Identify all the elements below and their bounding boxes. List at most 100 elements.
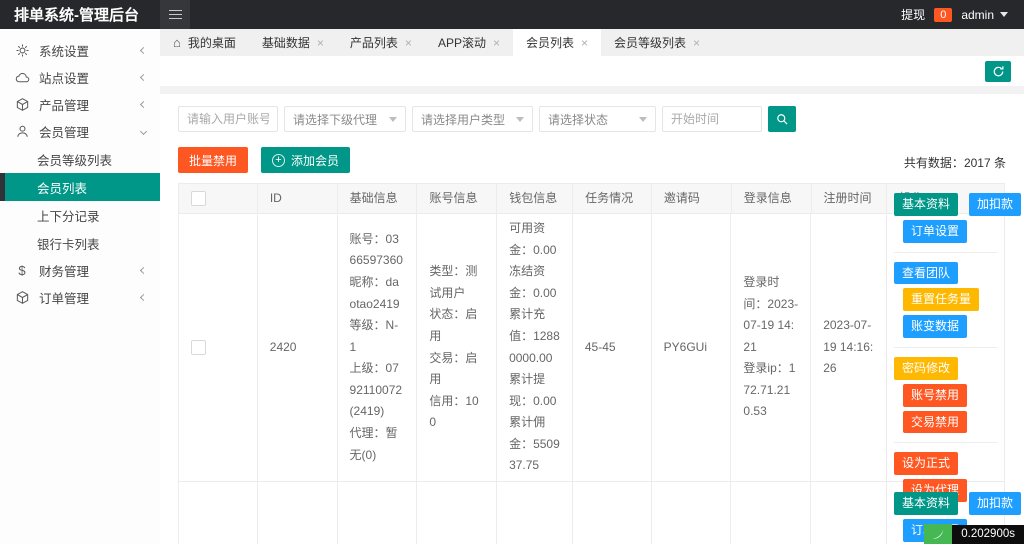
disable-account-button[interactable]: 账号禁用 [902,383,967,407]
tab-member-list[interactable]: 会员列表 × [512,29,601,56]
main-area: ⌂ 我的桌面 基础数据 × 产品列表 × APP滚动 × 会员列表 × 会员等级… [160,29,1024,544]
debug-footer: 0.202900s [924,524,1024,544]
withdraw-link[interactable]: 提现 [901,6,925,23]
cell-id: 2420 [258,214,338,481]
add-deduct-button[interactable]: 加扣款 [969,193,1022,216]
close-icon[interactable]: × [581,36,588,50]
tab-label: 会员等级列表 [614,36,687,50]
sidebar-item-label: 产品管理 [39,99,90,113]
cloud-icon [14,70,30,86]
sidebar: 系统设置 站点设置 产品管理 会员管理 会员等级列表 会员列表 上下分记录 银行… [0,29,160,544]
search-button[interactable] [768,106,796,132]
divider [893,251,997,253]
status-select[interactable]: 请选择状态 [539,106,656,132]
set-official-button[interactable]: 设为正式 [893,452,958,476]
user-type-select[interactable]: 请选择用户类型 [412,106,533,132]
close-icon[interactable]: × [317,36,324,50]
admin-app: 排单系统-管理后台 提现 0 admin 系统设置 站点设置 产品管理 会员管理… [0,0,1024,544]
divider [893,442,997,444]
account-search-input[interactable] [178,106,278,132]
sidebar-subitem-label: 银行卡列表 [37,237,100,252]
thinkphp-icon[interactable] [924,524,953,544]
tab-label: 会员列表 [525,36,574,50]
cell-login-info [731,482,812,544]
disable-trade-button[interactable]: 交易禁用 [902,410,967,434]
cell-id [258,482,338,544]
cell-wallet-info: 可用资金：10 [497,482,573,544]
cell-invite-code [652,482,732,544]
basic-profile-button[interactable]: 基本资料 [893,193,958,216]
chevron-left-icon [139,266,148,275]
tab-member-level-list[interactable]: 会员等级列表 × [601,29,713,56]
close-icon[interactable]: × [493,36,500,50]
cell-task-status [573,482,652,544]
column-header-wallet-info: 钱包信息 [497,184,574,213]
select-all-checkbox[interactable] [191,191,206,206]
divider [893,347,997,348]
search-icon [776,113,787,124]
sidebar-item-label: 站点设置 [39,72,90,86]
menu-icon [168,9,182,12]
start-time-input[interactable] [662,106,762,132]
close-icon[interactable]: × [405,36,412,50]
chevron-left-icon [139,100,148,109]
balance-change-button[interactable]: 账变数据 [902,315,967,338]
close-icon[interactable]: × [693,36,700,50]
sidebar-subitem-label: 上下分记录 [37,209,100,224]
sidebar-item-member-level-list[interactable]: 会员等级列表 [0,145,160,173]
chevron-down-icon [516,116,524,122]
view-team-button[interactable]: 查看团队 [893,261,958,285]
column-header-id: ID [258,184,338,213]
total-count-value: 2017 [963,156,991,170]
tab-my-desktop[interactable]: ⌂ 我的桌面 [160,29,249,56]
tab-label: 产品列表 [349,36,398,50]
tab-label: APP滚动 [437,36,486,50]
tab-basic-data[interactable]: 基础数据 × [249,29,337,56]
user-icon [14,124,30,140]
add-member-button[interactable]: + 添加会员 [261,147,351,173]
withdraw-count-badge[interactable]: 0 [934,7,953,22]
order-settings-button[interactable]: 订单设置 [902,219,967,243]
sidebar-item-order-management[interactable]: 订单管理 [0,284,160,311]
change-password-button[interactable]: 密码修改 [893,357,958,380]
sidebar-item-member-list[interactable]: 会员列表 [0,173,160,201]
sidebar-item-site-settings[interactable]: 站点设置 [0,64,160,91]
menu-toggle-button[interactable] [160,0,190,29]
content-panel: 请选择下级代理 请选择用户类型 请选择状态 [160,94,1024,544]
column-header-login-info: 登录信息 [732,184,812,213]
user-menu[interactable]: admin [961,8,1008,22]
basic-profile-button[interactable]: 基本资料 [893,492,958,515]
add-deduct-button[interactable]: 加扣款 [969,492,1022,515]
sidebar-item-points-record[interactable]: 上下分记录 [0,201,160,229]
home-icon: ⌂ [173,35,181,50]
sidebar-item-member-management[interactable]: 会员管理 [0,118,160,145]
sidebar-item-bank-card-list[interactable]: 银行卡列表 [0,229,160,257]
row-checkbox[interactable] [191,340,206,355]
agent-select[interactable]: 请选择下级代理 [284,106,406,132]
chevron-left-icon [139,293,148,302]
plus-icon: + [272,153,286,167]
chevron-left-icon [139,73,148,82]
refresh-button[interactable] [985,60,1011,82]
user-type-select-value: 请选择用户类型 [421,112,506,127]
tab-app-scroll[interactable]: APP滚动 × [425,29,513,56]
gear-icon [14,43,30,59]
batch-disable-button[interactable]: 批量禁用 [178,147,249,173]
total-count: 共有数据：2017 条 [904,154,1006,173]
sidebar-subitem-label: 会员列表 [37,181,88,196]
app-title: 排单系统-管理后台 [14,7,139,24]
cube-icon [14,97,30,113]
sidebar-item-system-settings[interactable]: 系统设置 [0,37,160,64]
sidebar-item-finance-management[interactable]: $ 财务管理 [0,257,160,284]
chevron-down-icon [139,127,148,136]
chevron-down-icon [639,116,647,122]
tab-label: 我的桌面 [187,36,236,50]
tab-product-list[interactable]: 产品列表 × [337,29,425,56]
table-header-row: ID 基础信息 账号信息 钱包信息 任务情况 邀请码 登录信息 注册时间 操作 [179,184,1004,214]
add-member-label: 添加会员 [291,153,340,168]
reset-task-button[interactable]: 重置任务量 [902,288,979,312]
total-count-label: 共有数据： [903,156,964,170]
table-row: 2420 账号：0366597360 昵称：daotao2419 等级：N-1 … [179,193,1022,502]
sidebar-item-product-management[interactable]: 产品管理 [0,91,160,118]
agent-select-value: 请选择下级代理 [293,112,378,127]
